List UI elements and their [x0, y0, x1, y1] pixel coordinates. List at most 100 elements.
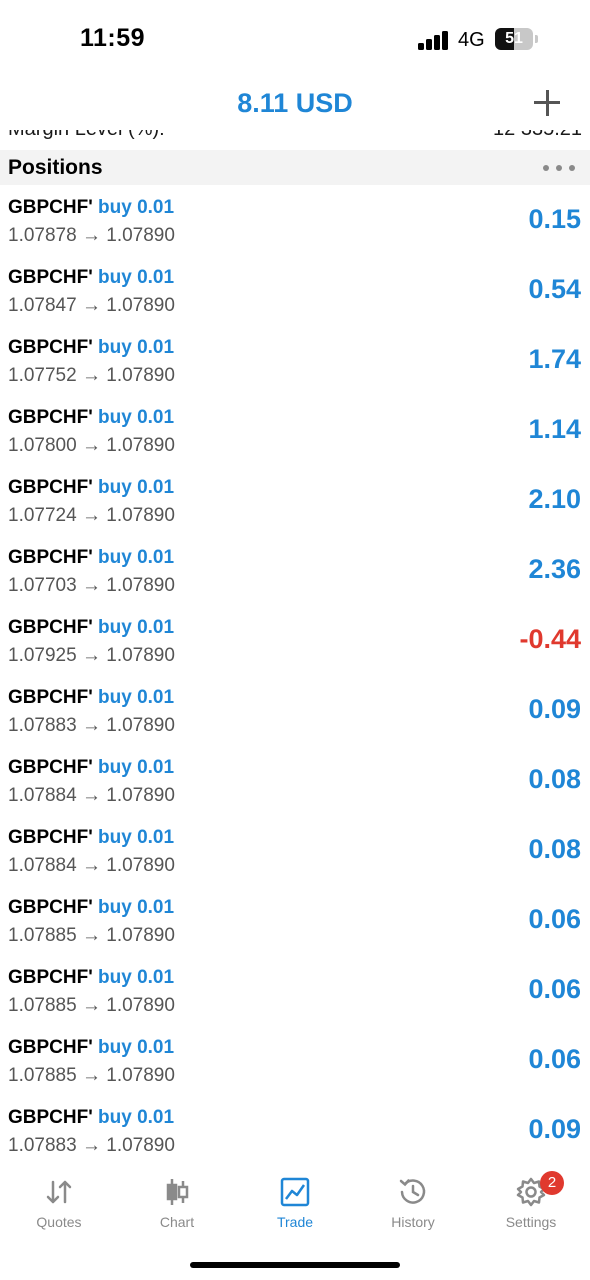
position-title: GBPCHF' buy 0.01	[8, 547, 174, 569]
position-row[interactable]: GBPCHF' buy 0.01 1.07752 → 1.07890 1.74	[0, 325, 590, 395]
position-row[interactable]: GBPCHF' buy 0.01 1.07885 → 1.07890 0.06	[0, 1025, 590, 1095]
open-price: 1.07925	[8, 645, 77, 666]
position-prices: 1.07884 → 1.07890	[8, 855, 175, 876]
current-price: 1.07890	[106, 925, 175, 946]
current-price: 1.07890	[106, 365, 175, 386]
current-price: 1.07890	[106, 1065, 175, 1086]
position-prices: 1.07752 → 1.07890	[8, 365, 175, 386]
position-symbol: GBPCHF'	[8, 337, 93, 358]
position-profit: 0.06	[528, 974, 581, 1004]
position-row[interactable]: GBPCHF' buy 0.01 1.07925 → 1.07890 -0.44	[0, 605, 590, 675]
current-price: 1.07890	[106, 295, 175, 316]
position-prices: 1.07885 → 1.07890	[8, 1065, 175, 1086]
position-title: GBPCHF' buy 0.01	[8, 267, 174, 289]
status-time: 11:59	[80, 24, 146, 52]
position-side: buy 0.01	[98, 757, 175, 778]
open-price: 1.07878	[8, 225, 77, 246]
position-symbol: GBPCHF'	[8, 1107, 93, 1128]
tab-chart[interactable]: Chart	[118, 1176, 236, 1236]
position-title: GBPCHF' buy 0.01	[8, 897, 174, 919]
open-price: 1.07847	[8, 295, 77, 316]
position-side: buy 0.01	[98, 1037, 175, 1058]
position-symbol: GBPCHF'	[8, 547, 93, 568]
position-prices: 1.07925 → 1.07890	[8, 645, 175, 666]
home-indicator[interactable]	[190, 1262, 400, 1268]
position-row[interactable]: GBPCHF' buy 0.01 1.07884 → 1.07890 0.08	[0, 745, 590, 815]
position-prices: 1.07847 → 1.07890	[8, 295, 175, 316]
position-row[interactable]: GBPCHF' buy 0.01 1.07703 → 1.07890 2.36	[0, 535, 590, 605]
position-prices: 1.07883 → 1.07890	[8, 1135, 175, 1156]
position-profit: -0.44	[519, 624, 581, 654]
current-price: 1.07890	[106, 435, 175, 456]
position-row[interactable]: GBPCHF' buy 0.01 1.07885 → 1.07890 0.06	[0, 885, 590, 955]
position-side: buy 0.01	[98, 267, 175, 288]
position-title: GBPCHF' buy 0.01	[8, 477, 174, 499]
position-title: GBPCHF' buy 0.01	[8, 1107, 174, 1129]
battery-icon: 51	[495, 28, 533, 50]
trade-icon	[279, 1176, 311, 1208]
open-price: 1.07885	[8, 925, 77, 946]
position-profit: 0.08	[528, 764, 581, 794]
position-side: buy 0.01	[98, 477, 175, 498]
positions-list: GBPCHF' buy 0.01 1.07878 → 1.07890 0.15 …	[0, 185, 590, 1165]
position-title: GBPCHF' buy 0.01	[8, 1037, 174, 1059]
positions-title: Positions	[8, 156, 103, 179]
position-row[interactable]: GBPCHF' buy 0.01 1.07878 → 1.07890 0.15	[0, 185, 590, 255]
position-side: buy 0.01	[98, 337, 175, 358]
quotes-icon	[43, 1176, 75, 1208]
position-row[interactable]: GBPCHF' buy 0.01 1.07883 → 1.07890 0.09	[0, 675, 590, 745]
position-symbol: GBPCHF'	[8, 757, 93, 778]
settings-notification-badge: 2	[540, 1171, 564, 1195]
position-profit: 2.36	[528, 554, 581, 584]
position-prices: 1.07724 → 1.07890	[8, 505, 175, 526]
position-symbol: GBPCHF'	[8, 1037, 93, 1058]
position-symbol: GBPCHF'	[8, 407, 93, 428]
position-side: buy 0.01	[98, 1107, 175, 1128]
tab-trade[interactable]: Trade	[236, 1176, 354, 1236]
position-row[interactable]: GBPCHF' buy 0.01 1.07800 → 1.07890 1.14	[0, 395, 590, 465]
open-price: 1.07885	[8, 995, 77, 1016]
position-title: GBPCHF' buy 0.01	[8, 337, 174, 359]
current-price: 1.07890	[106, 855, 175, 876]
account-balance: 8.11 USD	[237, 88, 353, 118]
add-order-button[interactable]	[530, 86, 564, 120]
tab-settings[interactable]: Settings	[472, 1176, 590, 1236]
history-icon	[397, 1176, 429, 1208]
open-price: 1.07703	[8, 575, 77, 596]
position-profit: 0.15	[528, 204, 581, 234]
tab-trade-label: Trade	[276, 1214, 314, 1230]
open-price: 1.07800	[8, 435, 77, 456]
position-title: GBPCHF' buy 0.01	[8, 197, 174, 219]
position-symbol: GBPCHF'	[8, 897, 93, 918]
open-price: 1.07885	[8, 1065, 77, 1086]
position-side: buy 0.01	[98, 967, 175, 988]
position-row[interactable]: GBPCHF' buy 0.01 1.07847 → 1.07890 0.54	[0, 255, 590, 325]
position-side: buy 0.01	[98, 407, 175, 428]
tab-history-label: History	[391, 1214, 435, 1230]
position-profit: 1.74	[528, 344, 581, 374]
position-side: buy 0.01	[98, 827, 175, 848]
position-profit: 0.54	[528, 274, 581, 304]
network-type: 4G	[458, 29, 485, 51]
position-profit: 0.09	[528, 694, 581, 724]
tab-quotes[interactable]: Quotes	[0, 1176, 118, 1236]
position-profit: 0.08	[528, 834, 581, 864]
position-prices: 1.07878 → 1.07890	[8, 225, 175, 246]
position-row[interactable]: GBPCHF' buy 0.01 1.07724 → 1.07890 2.10	[0, 465, 590, 535]
position-row[interactable]: GBPCHF' buy 0.01 1.07883 → 1.07890 0.09	[0, 1095, 590, 1165]
current-price: 1.07890	[106, 575, 175, 596]
position-symbol: GBPCHF'	[8, 967, 93, 988]
position-prices: 1.07885 → 1.07890	[8, 925, 175, 946]
open-price: 1.07883	[8, 715, 77, 736]
battery-level: 51	[505, 30, 523, 47]
tab-history[interactable]: History	[354, 1176, 472, 1236]
position-side: buy 0.01	[98, 687, 175, 708]
position-side: buy 0.01	[98, 897, 175, 918]
position-profit: 0.06	[528, 904, 581, 934]
position-title: GBPCHF' buy 0.01	[8, 967, 174, 989]
position-row[interactable]: GBPCHF' buy 0.01 1.07884 → 1.07890 0.08	[0, 815, 590, 885]
position-row[interactable]: GBPCHF' buy 0.01 1.07885 → 1.07890 0.06	[0, 955, 590, 1025]
position-prices: 1.07885 → 1.07890	[8, 995, 175, 1016]
open-price: 1.07724	[8, 505, 77, 526]
more-options-icon[interactable]	[543, 165, 575, 171]
